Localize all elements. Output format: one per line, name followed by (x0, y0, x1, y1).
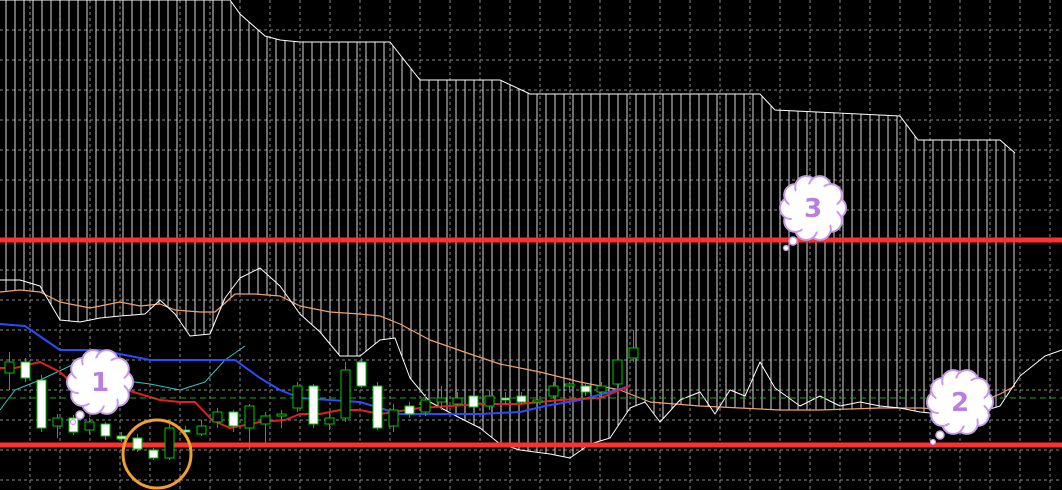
candle-bearish (20, 361, 31, 379)
candle-bearish (516, 395, 527, 403)
bubble-label: 1 (91, 368, 109, 398)
candle-bearish (580, 385, 591, 393)
bubble-label: 3 (804, 194, 822, 224)
candle-bullish (388, 409, 399, 427)
bubble-tail-dot (788, 236, 798, 246)
candle-bullish (212, 411, 223, 423)
candle-bullish (420, 399, 431, 413)
bubble-label: 2 (951, 388, 969, 418)
candle-bullish (244, 405, 255, 429)
candle-bearish (308, 385, 319, 425)
candle-bearish (148, 449, 159, 459)
candle-bullish (596, 385, 607, 393)
candle-bullish (164, 427, 175, 459)
candle-bullish (628, 347, 639, 359)
candle-bullish (612, 359, 623, 385)
candle-bearish (500, 397, 511, 401)
candle-bullish (532, 399, 543, 403)
bubble-tail-dot (935, 430, 945, 440)
candle-bullish (196, 425, 207, 435)
candle-bullish (276, 413, 287, 417)
candle-bullish (52, 417, 63, 427)
annotations: 1 2 3 (66, 175, 994, 490)
senkou-span-a-line (0, 289, 1016, 411)
candle-bullish (564, 383, 575, 387)
candle-bearish (468, 395, 479, 408)
candle-bullish (436, 397, 447, 403)
candle-bullish (340, 369, 351, 419)
candle-bearish (356, 361, 367, 387)
candle-bearish (36, 379, 47, 429)
candle-bullish (484, 395, 495, 407)
candle-bullish (292, 385, 303, 409)
chart-canvas: 1 2 3 (0, 0, 1062, 490)
candle-bearish (404, 405, 415, 415)
bubble-tail-dot (69, 418, 77, 426)
candle-bearish (372, 385, 383, 429)
annotation-bubble-1: 1 (66, 349, 134, 426)
candle-bullish (452, 397, 463, 405)
candle-bearish (116, 435, 127, 440)
ichimoku-chart: 1 2 3 (0, 0, 1062, 490)
candle-bullish (260, 415, 271, 425)
candle-bullish (324, 417, 335, 425)
candle-bearish (132, 437, 143, 450)
kumo-cloud (0, 0, 1016, 457)
candle-bullish (84, 421, 95, 431)
bubble-tail-dot (75, 410, 85, 420)
candle-bullish (548, 385, 559, 397)
bubble-tail-dot (929, 438, 937, 446)
candle-bearish (228, 411, 239, 427)
candle-bearish (100, 423, 111, 437)
bubble-tail-dot (782, 244, 790, 252)
kumo-top-line (0, 0, 1016, 154)
candle-bullish (4, 361, 15, 374)
